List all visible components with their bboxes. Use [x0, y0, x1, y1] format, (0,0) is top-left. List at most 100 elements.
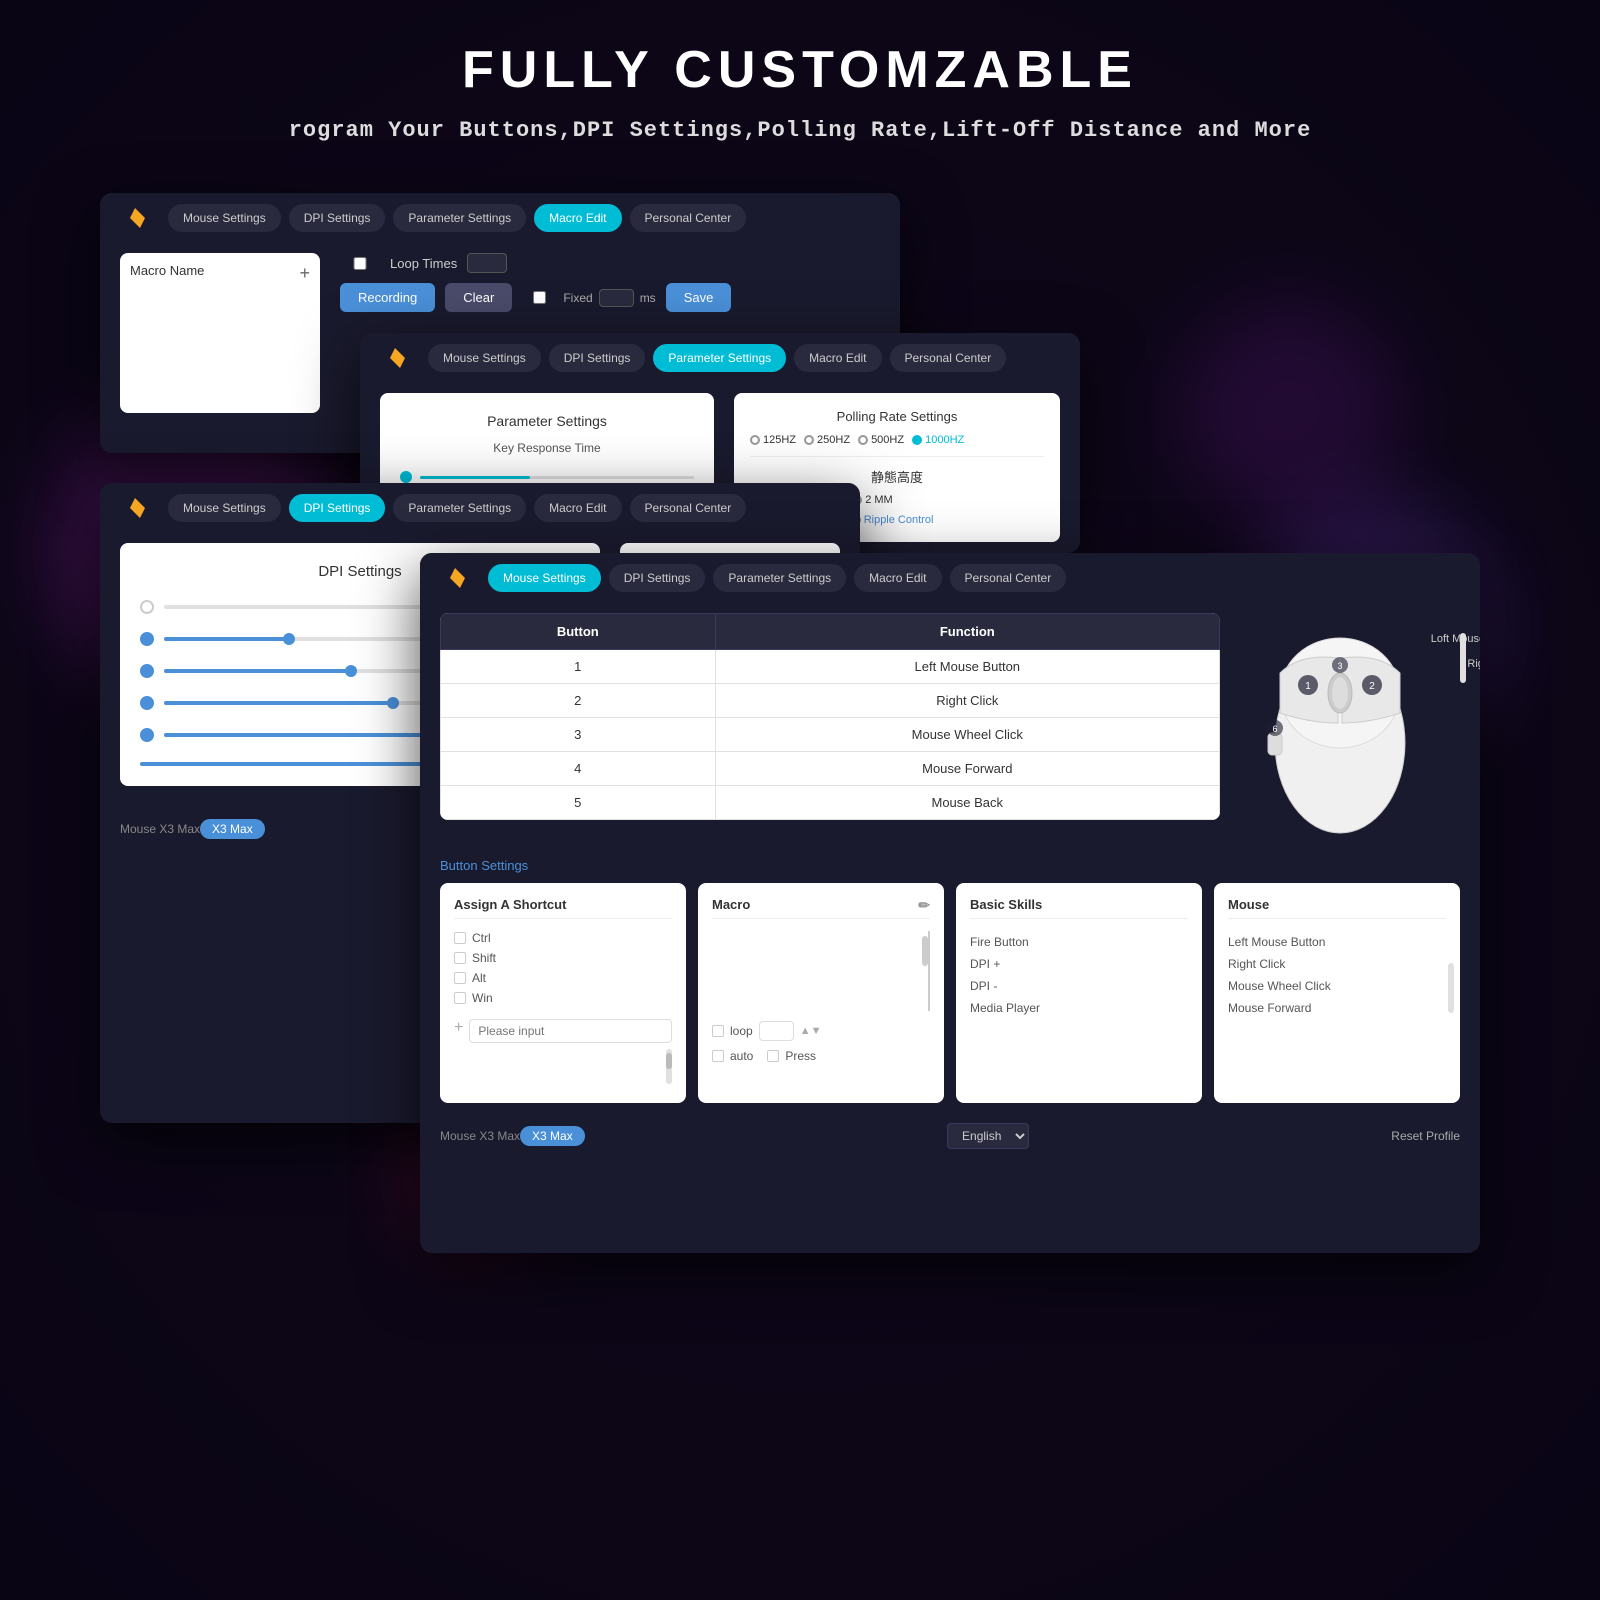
language-select[interactable]: English: [947, 1123, 1029, 1149]
polling-title: Polling Rate Settings: [750, 409, 1044, 424]
mouse-main-content: Button Function 1Left Mouse Button2Right…: [420, 603, 1480, 1113]
mouse-nav-bar: Mouse Settings DPI Settings Parameter Se…: [420, 553, 1480, 603]
dpi-nav-bar: Mouse Settings DPI Settings Parameter Se…: [100, 483, 860, 533]
svg-text:1: 1: [1305, 681, 1311, 692]
nav-mouse-settings-3[interactable]: Mouse Settings: [168, 494, 281, 522]
svg-text:6: 6: [1272, 724, 1277, 734]
ctrl-checkbox[interactable]: [454, 932, 466, 944]
nav-param-settings-3[interactable]: Parameter Settings: [393, 494, 526, 522]
col-button-header: Button: [441, 614, 716, 650]
polling-1000hz[interactable]: 1000HZ: [912, 434, 964, 446]
basic-item-dpi-plus[interactable]: DPI +: [970, 953, 1188, 975]
assign-shortcut-title: Assign A Shortcut: [454, 897, 672, 919]
loop-value-input[interactable]: 1: [759, 1021, 794, 1041]
win-checkbox[interactable]: [454, 992, 466, 1004]
assign-shortcut-panel: Assign A Shortcut Ctrl Shift: [440, 883, 686, 1103]
mouse-3d-svg: 1 2 3 6: [1240, 613, 1440, 843]
win-row: Win: [454, 991, 672, 1005]
auto-check[interactable]: [712, 1050, 724, 1062]
table-row[interactable]: 4Mouse Forward: [441, 752, 1220, 786]
dpi-mouse-label: Mouse X3 Max: [120, 822, 200, 836]
polling-500hz[interactable]: 500HZ: [858, 434, 904, 446]
nav-param-settings-4[interactable]: Parameter Settings: [713, 564, 846, 592]
polling-250hz[interactable]: 250HZ: [804, 434, 850, 446]
press-check[interactable]: [767, 1050, 779, 1062]
loop-times-label: Loop Times: [390, 256, 457, 271]
nav-mouse-settings-4[interactable]: Mouse Settings: [488, 564, 601, 592]
nav-macro-edit-2[interactable]: Macro Edit: [794, 344, 881, 372]
basic-skills-panel: Basic Skills Fire Button DPI + DPI - Med…: [956, 883, 1202, 1103]
macro-sidebar: Macro Name +: [120, 253, 320, 413]
mouse-item-forward[interactable]: Mouse Forward: [1228, 997, 1446, 1019]
macro-btns-row: Recording Clear Fixed 10 ms Save: [340, 283, 880, 312]
table-row[interactable]: 5Mouse Back: [441, 786, 1220, 820]
assign-input-area: Ctrl Shift Alt: [454, 931, 672, 1005]
macro-name-label: Macro Name: [130, 263, 204, 278]
nav-macro-edit-1[interactable]: Macro Edit: [534, 204, 621, 232]
nav-param-settings-1[interactable]: Parameter Settings: [393, 204, 526, 232]
nav-param-settings-2[interactable]: Parameter Settings: [653, 344, 786, 372]
nav-dpi-settings-2[interactable]: DPI Settings: [549, 344, 646, 372]
nav-personal-center-3[interactable]: Personal Center: [630, 494, 747, 522]
mouse-3d-area: 1 2 3 6 Loft Mouse Button Right Click: [1240, 613, 1460, 848]
basic-item-media[interactable]: Media Player: [970, 997, 1188, 1019]
button-settings-label: Button Settings: [440, 858, 1460, 873]
loop-checkbox[interactable]: [340, 257, 380, 270]
macro-edit-icon[interactable]: ✏: [918, 897, 930, 914]
nav-dpi-settings-3[interactable]: DPI Settings: [289, 494, 386, 522]
alt-checkbox[interactable]: [454, 972, 466, 984]
mouse-item-right[interactable]: Right Click: [1228, 953, 1446, 975]
nav-mouse-settings-1[interactable]: Mouse Settings: [168, 204, 281, 232]
mouse-item-wheel[interactable]: Mouse Wheel Click: [1228, 975, 1446, 997]
key-response-label: Key Response Time: [400, 441, 694, 455]
shift-checkbox[interactable]: [454, 952, 466, 964]
page-subheadline: rogram Your Buttons,DPI Settings,Polling…: [289, 118, 1312, 143]
nav-mouse-settings-2[interactable]: Mouse Settings: [428, 344, 541, 372]
clear-button[interactable]: Clear: [445, 283, 512, 312]
logo-icon-3: [120, 493, 150, 523]
row-function-3: Mouse Forward: [715, 752, 1219, 786]
save-button[interactable]: Save: [666, 283, 732, 312]
param-settings-title: Parameter Settings: [400, 413, 694, 429]
ripple-control-option[interactable]: Ripple Control: [851, 514, 934, 526]
table-row[interactable]: 1Left Mouse Button: [441, 650, 1220, 684]
table-row[interactable]: 3Mouse Wheel Click: [441, 718, 1220, 752]
ms-label: ms: [640, 291, 656, 305]
mouse-function-panel: Mouse Left Mouse Button Right Click Mous…: [1214, 883, 1460, 1103]
nav-dpi-settings-4[interactable]: DPI Settings: [609, 564, 706, 592]
fixed-checkbox[interactable]: [522, 291, 557, 304]
nav-personal-center-4[interactable]: Personal Center: [950, 564, 1067, 592]
screenshots-area: Mouse Settings DPI Settings Parameter Se…: [100, 193, 1500, 1473]
bottom-panels: Assign A Shortcut Ctrl Shift: [440, 883, 1460, 1103]
ctrl-label: Ctrl: [472, 931, 491, 945]
loop-check[interactable]: [712, 1025, 724, 1037]
svg-text:3: 3: [1337, 661, 1342, 671]
nav-dpi-settings-1[interactable]: DPI Settings: [289, 204, 386, 232]
macro-add-icon[interactable]: +: [299, 263, 310, 284]
basic-item-dpi-minus[interactable]: DPI -: [970, 975, 1188, 997]
shortcut-input[interactable]: [469, 1019, 672, 1043]
macro-scroll-thumb[interactable]: [922, 936, 928, 966]
add-shortcut-icon[interactable]: +: [454, 1019, 463, 1037]
nav-macro-edit-4[interactable]: Macro Edit: [854, 564, 941, 592]
logo-icon-2: [380, 343, 410, 373]
macro-nav-bar: Mouse Settings DPI Settings Parameter Se…: [100, 193, 900, 243]
press-label: Press: [785, 1049, 816, 1063]
polling-125hz[interactable]: 125HZ: [750, 434, 796, 446]
recording-button[interactable]: Recording: [340, 283, 435, 312]
reset-profile-label[interactable]: Reset Profile: [1391, 1129, 1460, 1143]
auto-label: auto: [730, 1049, 753, 1063]
loop-times-input[interactable]: 1: [467, 253, 507, 273]
win-label: Win: [472, 991, 493, 1005]
logo-icon-4: [440, 563, 470, 593]
table-row[interactable]: 2Right Click: [441, 684, 1220, 718]
nav-personal-center-1[interactable]: Personal Center: [630, 204, 747, 232]
nav-macro-edit-3[interactable]: Macro Edit: [534, 494, 621, 522]
macro-scroll-area[interactable]: [712, 931, 930, 1011]
fixed-row: Fixed 10 ms: [522, 289, 655, 307]
footer-x3-badge: X3 Max: [520, 1126, 585, 1146]
fixed-value-input[interactable]: 10: [599, 289, 634, 307]
mouse-item-left[interactable]: Left Mouse Button: [1228, 931, 1446, 953]
nav-personal-center-2[interactable]: Personal Center: [890, 344, 1007, 372]
basic-item-fire[interactable]: Fire Button: [970, 931, 1188, 953]
